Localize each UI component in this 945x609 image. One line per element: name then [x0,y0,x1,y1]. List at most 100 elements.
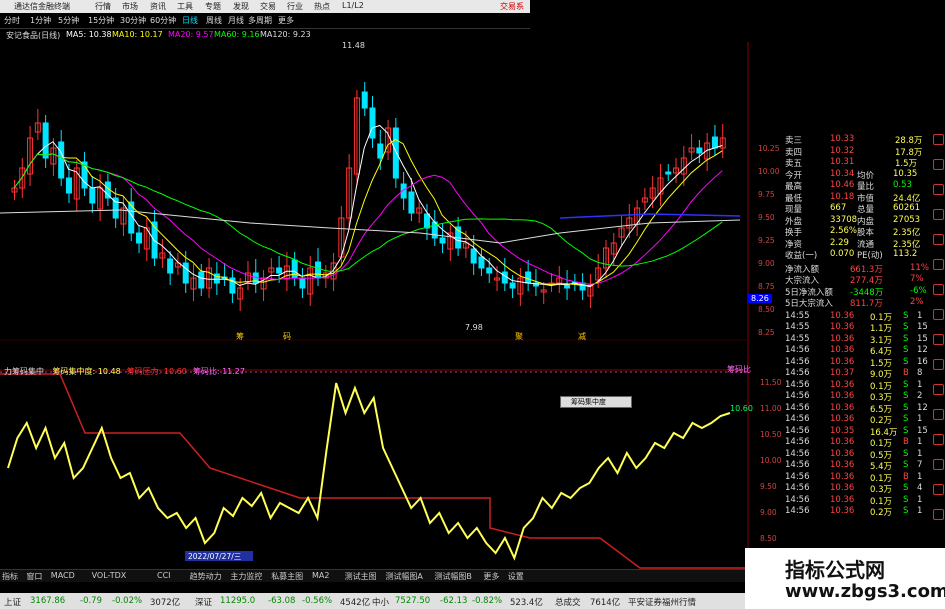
indicator-tab-12[interactable]: 更多 [483,571,499,582]
period-tab-6[interactable]: 日线 [182,15,198,26]
tick-row: 14:55 10.36 3.1万 S 15 [745,334,935,346]
indicator-tab-5[interactable]: 趋势动力 [190,571,222,582]
period-tab-7[interactable]: 周线 [206,15,222,26]
tick-time: 14:56 [785,368,810,378]
sidebar-tool-icon[interactable] [933,459,944,470]
period-tab-9[interactable]: 多周期 [248,15,272,26]
period-tab-3[interactable]: 15分钟 [88,15,114,26]
sidebar-tool-icon[interactable] [933,134,944,145]
period-tab-10[interactable]: 更多 [278,15,294,26]
sidebar-tool-icon[interactable] [933,359,944,370]
sidebar-tool-icon[interactable] [933,159,944,170]
menu-item-1[interactable]: 市场 [122,1,138,12]
tick-price: 10.36 [830,333,855,344]
candle [42,122,49,159]
indicator-name[interactable]: 力筹码集中 [4,367,44,376]
menu-item-9[interactable]: L1/L2 [342,1,364,10]
menu-item-5[interactable]: 发现 [233,1,249,12]
quote-value-2: 10.35 [893,168,918,179]
menu-item-7[interactable]: 行业 [287,1,303,12]
menu-item-4[interactable]: 专题 [205,1,221,12]
tick-vol: 0.1万 [870,473,893,484]
tick-vol: 3.1万 [870,335,893,346]
tick-row: 14:56 10.36 6.4万 S 12 [745,345,935,357]
sidebar-tool-icon[interactable] [933,209,944,220]
tick-count: 12 [917,402,928,413]
period-tab-2[interactable]: 5分钟 [58,15,79,26]
indicator-tab-9[interactable]: 测试主图 [345,571,377,582]
quote-row: 换手 2.56% 股本 2.35亿 [745,226,935,238]
candle [291,259,298,279]
indicator-tab-4[interactable]: CCI [157,571,171,580]
tick-count: 12 [917,345,928,355]
menu-item-6[interactable]: 交易 [260,1,276,12]
menu-item-0[interactable]: 行情 [95,1,111,12]
indicator-tab-6[interactable]: 主力监控 [230,571,262,582]
sidebar-tool-icon[interactable] [933,384,944,395]
candle [315,261,322,279]
quote-label: 收益(一) [785,251,818,261]
tick-count: 4 [917,483,923,493]
indicator-tab-2[interactable]: MACD [51,571,75,580]
flow-label: 5日大宗流入 [785,299,833,309]
sidebar-tool-icon[interactable] [933,409,944,420]
menu-bar: 行情 市场 资讯 工具 专题 发现 交易 行业 热点 L1/L2 [0,0,530,13]
tick-price: 10.36 [830,402,855,413]
flow-value: 277.4万 [850,276,883,286]
quote-row: 最高 10.46 量比 0.53 [745,180,935,192]
sidebar-tool-icon[interactable] [933,309,944,320]
period-tab-5[interactable]: 60分钟 [150,15,176,26]
indicator-tab-10[interactable]: 测试幅图A [385,571,422,582]
sidebar-tool-icon[interactable] [933,484,944,495]
period-tab-8[interactable]: 月线 [228,15,244,26]
menu-item-2[interactable]: 资讯 [150,1,166,12]
tick-price: 10.36 [830,471,855,482]
indicator-legend-item: 筹码集中度: 10.48 [52,367,121,376]
indicator-tab-0[interactable]: 指标 [2,571,18,582]
quote-value: 10.31 [830,157,855,167]
tick-side: S [903,448,909,459]
quote-value: 10.32 [830,145,855,156]
menu-item-8[interactable]: 热点 [314,1,330,12]
sidebar-tool-icon[interactable] [933,234,944,245]
indicator-tab-11[interactable]: 测试幅图B [434,571,472,582]
indicator-y-axis: 11.50 11.00 10.50 10.00 9.50 9.00 8.50 [760,378,790,548]
tick-price: 10.36 [830,310,855,321]
quote-label-2: 市值 [857,193,875,204]
tick-vol: 5.4万 [870,462,893,472]
candle [392,127,399,179]
tick-count: 1 [917,494,923,505]
indicator-tab-1[interactable]: 窗口 [26,571,42,582]
chart-area[interactable]: 11.48 7.98 筹 码 聚 减 10.602022/07/27/三 [0,28,760,573]
quote-value: 667 [830,203,847,213]
sidebar-tool-icon[interactable] [933,509,944,520]
menu-item-3[interactable]: 工具 [177,1,193,12]
candle [136,232,143,244]
indicator-tab-13[interactable]: 设置 [508,571,524,582]
tick-price: 10.35 [830,425,855,436]
sidebar-tool-icon[interactable] [933,284,944,295]
sidebar-tool-icon[interactable] [933,434,944,445]
sidebar-tool-icon[interactable] [933,259,944,270]
indicator-popup[interactable]: 筹码集中度 [560,396,632,408]
quote-vol: 1.5万 [895,159,918,169]
period-tab-0[interactable]: 分时 [4,15,20,26]
tick-vol: 9.0万 [870,370,893,380]
sidebar-tool-icon[interactable] [933,334,944,345]
period-tab-4[interactable]: 30分钟 [120,15,146,26]
status-idx2-chg: -63.08 [268,596,296,606]
indicator-tab-7[interactable]: 私募主图 [271,571,303,582]
indicator-legend-item: 筹码比: 11.27 [192,367,245,376]
chart-marker: 筹 [236,331,244,341]
period-tab-1[interactable]: 1分钟 [30,15,51,26]
indicator-tab-3[interactable]: VOL-TDX [92,571,127,580]
watermark-title: 指标公式网 [785,558,885,582]
tick-count: 15 [917,425,928,436]
quote-label: 现量 [785,205,803,215]
status-idx3-name: 中小 [372,598,390,608]
sidebar-tool-icon[interactable] [933,184,944,195]
indicator-tab-8[interactable]: MA2 [312,571,329,580]
tick-side: S [903,402,909,413]
quote-value-2: 0.53 [893,180,912,190]
tick-count: 8 [917,368,923,378]
